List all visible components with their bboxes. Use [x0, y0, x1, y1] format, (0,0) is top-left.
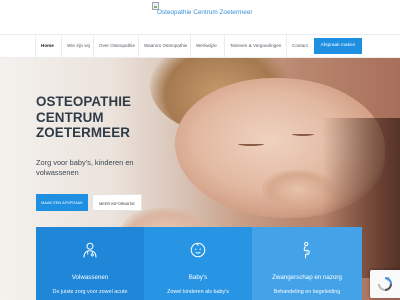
recaptcha-icon — [378, 277, 392, 291]
hero-title-line: CENTRUM — [36, 109, 104, 125]
service-card-zwangerschap[interactable]: Zwangerschap en nazorg Behandeling en be… — [252, 227, 362, 300]
card-title: Zwangerschap en nazorg — [272, 274, 342, 281]
nav-item-tarieven[interactable]: Tarieven & Vergoedingen — [224, 35, 286, 57]
baby-icon — [190, 242, 206, 258]
hero-title-line: OSTEOPATHIE — [36, 94, 132, 109]
card-title: Baby's — [188, 274, 208, 281]
nav-item-wie-zijn-wij[interactable]: Wie zijn wij — [61, 35, 95, 57]
service-card-babys[interactable]: Baby's Zowel kinderen als baby's — [144, 227, 252, 300]
hero-title: OSTEOPATHIE CENTRUM ZOETERMEER — [36, 94, 131, 141]
pregnancy-icon — [303, 241, 310, 259]
hero-title-line: ZOETERMEER — [36, 125, 130, 140]
more-info-button[interactable]: MEER INFORMATIE — [92, 194, 142, 211]
nav-item-waarom-osteopathie[interactable]: Waarom Osteopathie — [138, 35, 192, 57]
hero-subtitle: Zorg voor baby's, kinderen en volwassene… — [36, 158, 134, 178]
logo-bar: Osteopathie Centrum Zoetermeer — [0, 0, 400, 34]
nav-item-contact[interactable]: Contact — [286, 35, 313, 57]
card-text: Zowel kinderen als baby's — [167, 289, 229, 295]
afspraak-maken-button[interactable]: Afspraak maken — [314, 38, 362, 54]
service-card-volwassenen[interactable]: Volwassenen De juiste zorg voor zowel ac… — [36, 227, 144, 300]
nav-item-home[interactable]: Home — [35, 35, 59, 57]
make-appointment-button[interactable]: MAAK EEN AFSPRAAK — [36, 194, 88, 211]
recaptcha-badge[interactable] — [370, 270, 400, 298]
card-text: Behandeling en begeleiding — [273, 289, 341, 295]
doctor-icon — [83, 242, 97, 258]
hero-photo-eye — [292, 132, 314, 136]
card-title: Volwassenen — [71, 274, 109, 281]
main-nav: Home Wie zijn wij Over Osteopathie Waaro… — [0, 34, 400, 58]
nav-item-over-osteopathie[interactable]: Over Osteopathie — [93, 35, 140, 57]
site-logo[interactable]: Osteopathie Centrum Zoetermeer — [157, 9, 253, 16]
card-text: De juiste zorg voor zowel acute — [52, 289, 128, 295]
nav-item-werkwijze[interactable]: Werkwijze — [190, 35, 222, 57]
hero-photo-eye — [238, 142, 264, 146]
